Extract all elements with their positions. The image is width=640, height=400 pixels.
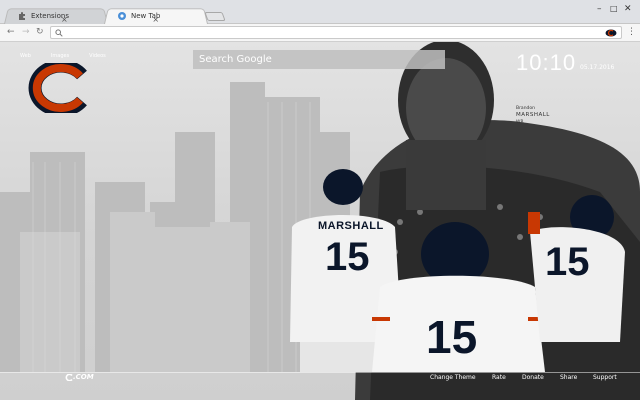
player-credit: Brandon MARSHALL WR [516,105,550,126]
minimize-icon[interactable]: – [597,4,602,14]
jersey-name-text: MARSHALL [318,220,384,232]
close-icon[interactable]: × [61,15,68,24]
tab-new-tab[interactable]: New Tab × [104,7,208,24]
support-link[interactable]: Support [593,374,617,381]
chicagobears-com-logo[interactable]: .COM [64,373,94,381]
back-icon[interactable]: ← [7,27,15,38]
top-links: Web Images Videos [20,53,126,59]
web-link[interactable]: Web [20,53,31,59]
search-input[interactable]: Search Google [193,50,445,69]
address-bar[interactable] [50,26,622,39]
search-placeholder: Search Google [199,54,272,65]
close-icon[interactable]: × [152,15,159,24]
tab-extensions[interactable]: Extensions × [4,7,108,24]
images-link[interactable]: Images [51,53,69,59]
puzzle-icon [18,11,26,20]
forward-icon[interactable]: → [22,27,30,38]
jersey-number-left: 15 [325,235,370,279]
chrome-icon [118,11,126,20]
close-window-icon[interactable]: ✕ [624,4,632,14]
videos-link[interactable]: Videos [89,53,106,59]
rate-link[interactable]: Rate [492,374,506,381]
jersey-number-right: 15 [545,240,590,284]
change-theme-link[interactable]: Change Theme [430,374,476,381]
clock-date: 05.17.2016 [580,64,615,71]
reload-icon[interactable]: ↻ [36,27,44,38]
new-tab-button[interactable] [204,12,226,21]
tab-strip: Extensions × New Tab × – □ ✕ [0,0,640,24]
player-last-name: MARSHALL [516,112,550,118]
bears-extension-icon[interactable] [605,29,617,39]
maximize-icon[interactable]: □ [610,4,618,14]
new-tab-page: MARSHALL 15 15 15 Web Images Videos Sear… [0,42,640,400]
share-link[interactable]: Share [560,374,577,381]
player-first-name: Brandon [516,106,536,111]
donate-link[interactable]: Donate [522,374,544,381]
toolbar: ← → ↻ ⋮ [0,24,640,42]
search-icon [55,29,63,39]
bears-logo[interactable] [22,59,92,117]
browser-window: Extensions × New Tab × – □ ✕ ← → ↻ ⋮ MAR… [0,0,640,400]
com-logo-text: .COM [73,373,94,381]
menu-icon[interactable]: ⋮ [627,27,636,38]
jersey-number-center: 15 [426,311,478,363]
player-position: WR [516,120,524,125]
footer-bar: .COM Change Theme Rate Donate Share Supp… [0,372,640,400]
clock-time: 10:10 [516,50,577,75]
